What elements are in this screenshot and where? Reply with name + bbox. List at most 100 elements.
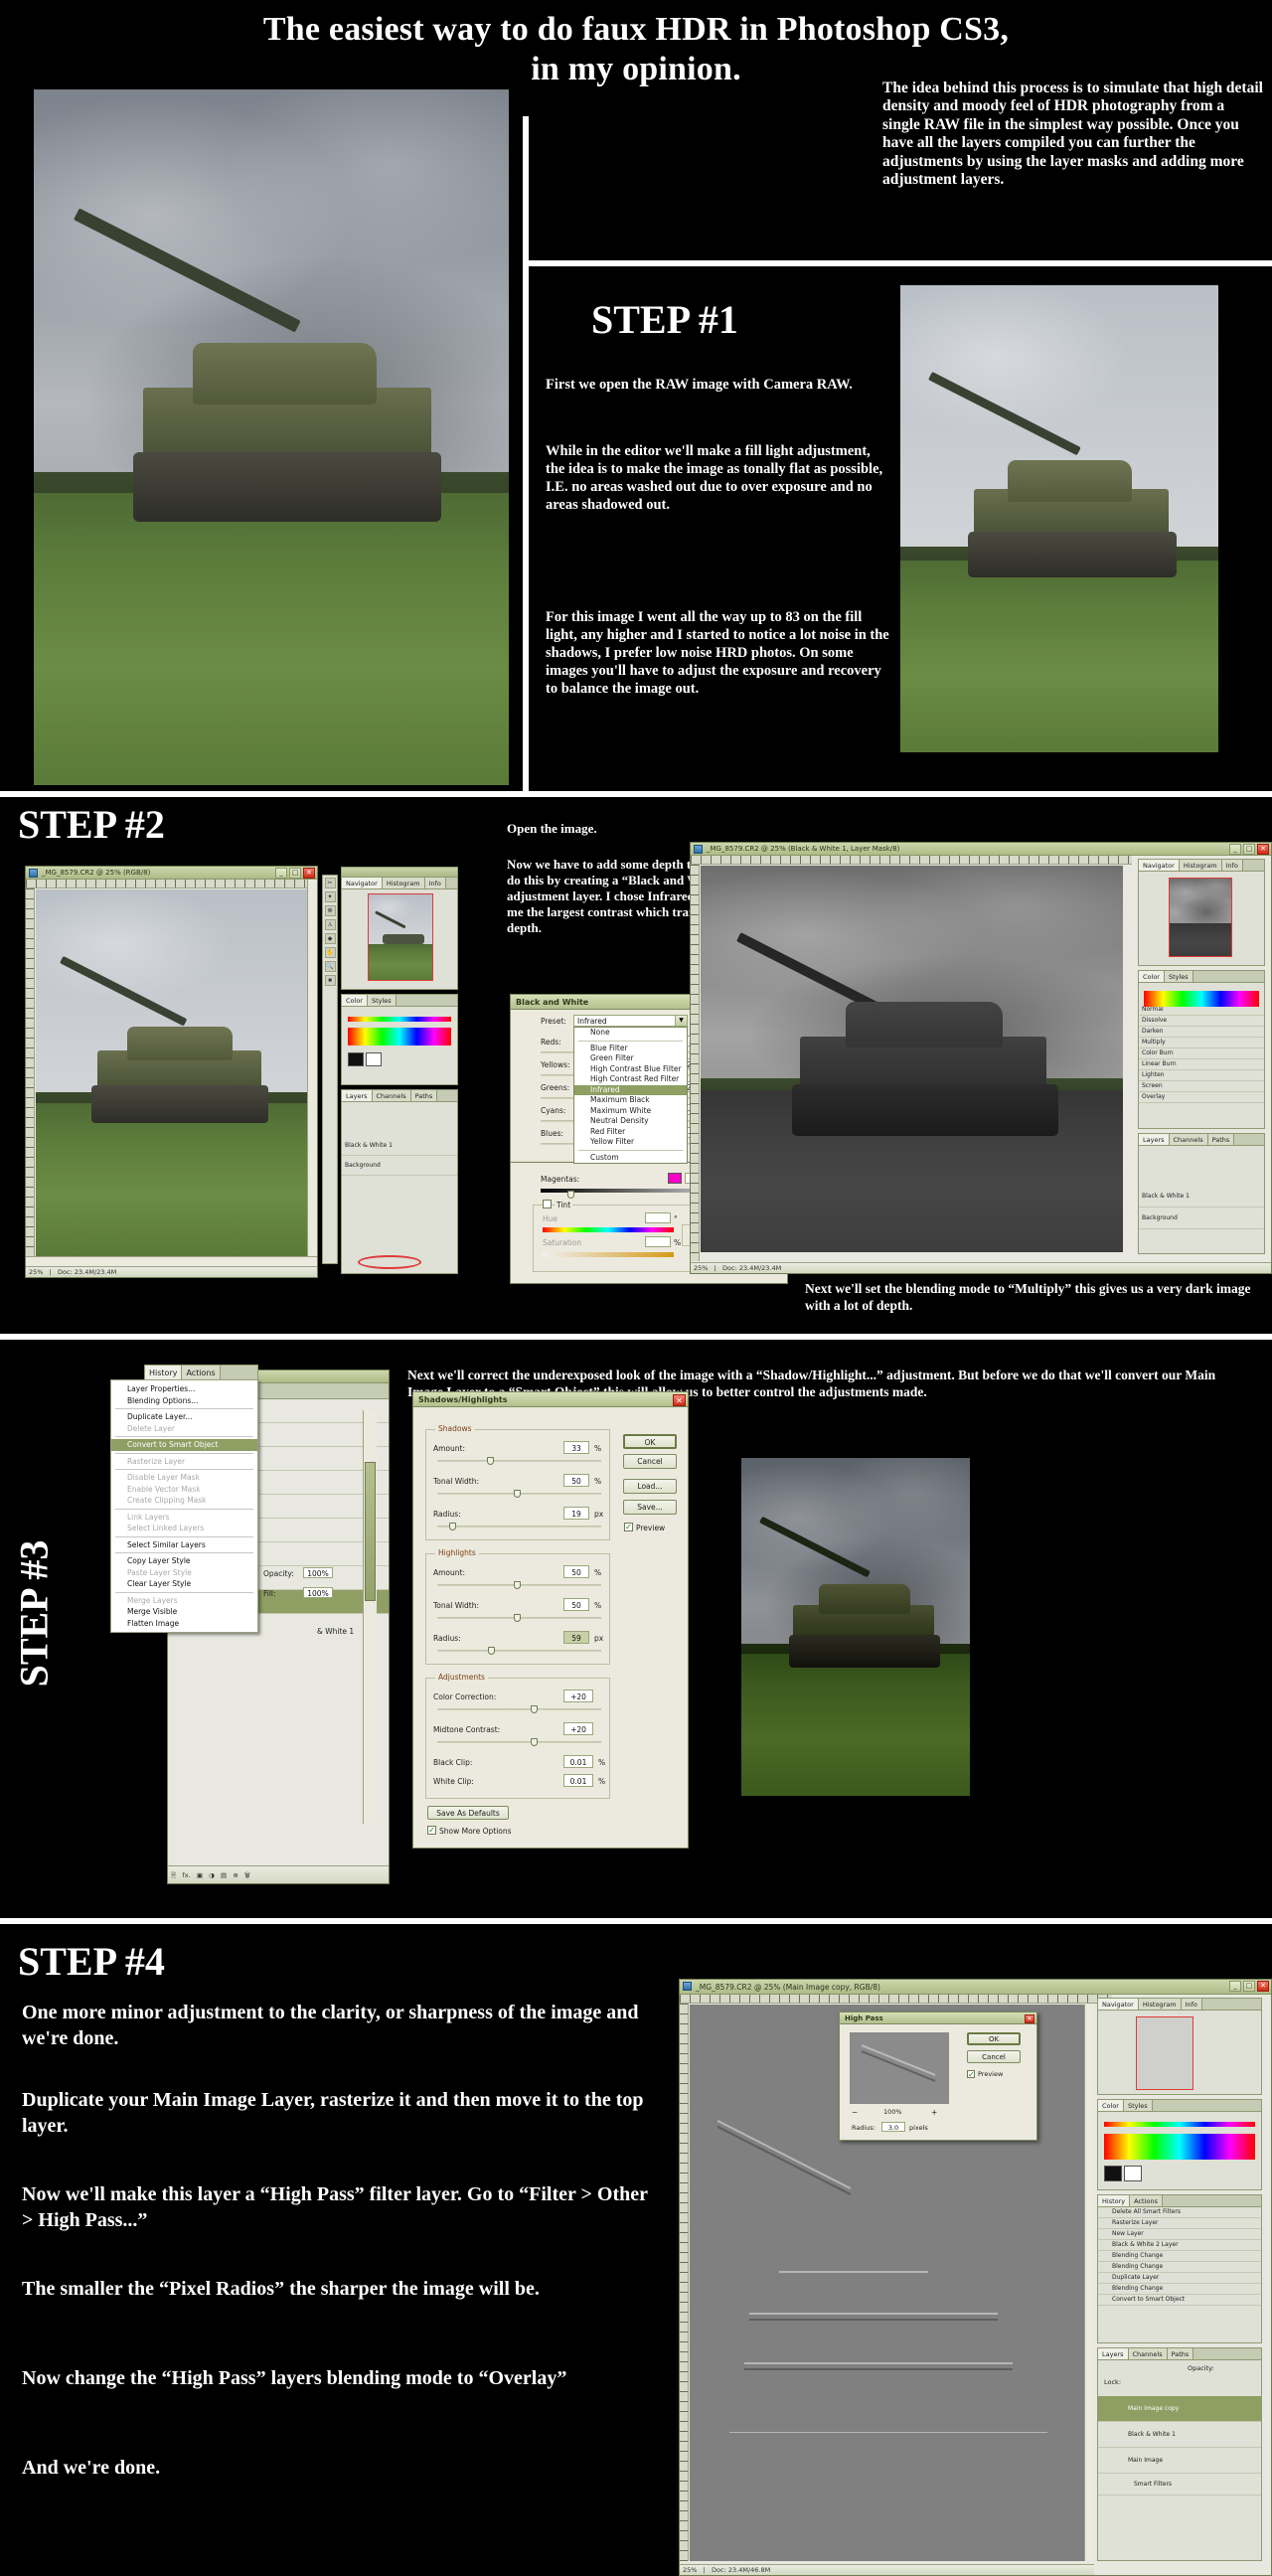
window-buttons[interactable]: _ □ ✕ bbox=[1229, 844, 1269, 855]
menu-item[interactable]: Blending Options... bbox=[111, 1395, 257, 1407]
black-clip-value[interactable]: 0.01 bbox=[563, 1755, 593, 1768]
highlights-amount-knob[interactable] bbox=[514, 1581, 521, 1589]
magenta-swatch[interactable] bbox=[668, 1173, 682, 1184]
window-buttons[interactable]: _ □ ✕ bbox=[275, 868, 315, 879]
palette-tabs[interactable]: Navigator Histogram Info bbox=[1098, 1999, 1261, 2011]
maximize-button[interactable]: □ bbox=[1243, 844, 1255, 855]
step2-photoshop-window-left[interactable]: _MG_8579.CR2 @ 25% (RGB/8) _ □ ✕ 25% | D… bbox=[25, 866, 318, 1278]
history-item[interactable]: Convert to Smart Object bbox=[1098, 2295, 1261, 2306]
midtone-contrast-knob[interactable] bbox=[531, 1738, 538, 1746]
tab-paths[interactable]: Paths bbox=[1167, 2348, 1194, 2359]
menu-item-convert-to-smart-object[interactable]: Convert to Smart Object bbox=[111, 1439, 257, 1451]
scrollbar-vertical[interactable] bbox=[307, 880, 317, 1256]
preset-option[interactable]: None bbox=[574, 1028, 687, 1039]
palette-tabs[interactable]: Navigator Histogram Info bbox=[1139, 860, 1264, 872]
preview-zoom-minus[interactable]: − bbox=[852, 2108, 858, 2117]
menu-item[interactable]: Merge Visible bbox=[111, 1606, 257, 1618]
history-item[interactable]: Blending Change bbox=[1098, 2262, 1261, 2273]
history-item[interactable]: Duplicate Layer bbox=[1098, 2273, 1261, 2284]
preview-checkbox[interactable] bbox=[624, 1523, 633, 1531]
color-correction-knob[interactable] bbox=[531, 1705, 538, 1713]
palette-tabs[interactable]: Layers Channels Paths bbox=[1139, 1134, 1264, 1146]
step3-history-tabs[interactable]: History Actions bbox=[144, 1365, 258, 1380]
tab-actions[interactable]: Actions bbox=[1130, 2195, 1163, 2206]
palette-tabs[interactable]: Color Styles bbox=[1098, 2100, 1261, 2112]
list-item[interactable]: Screen bbox=[1139, 1081, 1264, 1092]
close-button[interactable]: ✕ bbox=[1257, 1981, 1269, 1992]
load-button[interactable]: Load... bbox=[623, 1479, 677, 1494]
chevron-down-icon[interactable]: ▼ bbox=[675, 1016, 687, 1026]
step2-photoshop-window-right[interactable]: _MG_8579.CR2 @ 25% (Black & White 1, Lay… bbox=[690, 842, 1272, 1274]
preset-option[interactable]: Neutral Density bbox=[574, 1116, 687, 1127]
white-clip-value[interactable]: 0.01 bbox=[563, 1774, 593, 1787]
close-icon[interactable]: ✕ bbox=[673, 1393, 686, 1406]
history-item[interactable]: Blending Change bbox=[1098, 2284, 1261, 2295]
menu-item[interactable]: Clear Layer Style bbox=[111, 1578, 257, 1590]
layers-palette[interactable]: Layers Channels Paths Black & White 1 Ba… bbox=[1138, 1133, 1265, 1254]
tab-layers[interactable]: Layers bbox=[1139, 1134, 1170, 1145]
list-item[interactable]: Darken bbox=[1139, 1027, 1264, 1038]
minimize-button[interactable]: _ bbox=[275, 868, 287, 879]
color-spectrum-strip[interactable] bbox=[1144, 991, 1259, 1007]
show-more-options-checkbox[interactable] bbox=[427, 1826, 436, 1835]
color-palette[interactable]: Color Styles bbox=[1097, 2099, 1262, 2190]
tab-color[interactable]: Color bbox=[342, 995, 368, 1006]
history-item[interactable]: Delete All Smart Filters bbox=[1098, 2207, 1261, 2218]
tab-history[interactable]: History bbox=[1098, 2195, 1131, 2206]
preset-option[interactable]: Custom bbox=[574, 1153, 687, 1164]
color-spectrum-strip[interactable] bbox=[348, 1028, 451, 1046]
shape-tool-icon[interactable]: ◆ bbox=[324, 933, 336, 944]
palette-tabs[interactable]: Color Styles bbox=[342, 995, 457, 1007]
save-button[interactable]: Save... bbox=[623, 1500, 677, 1515]
swatch-foreground[interactable] bbox=[1104, 2166, 1122, 2181]
preset-option[interactable]: Blue Filter bbox=[574, 1044, 687, 1054]
midtone-contrast-value[interactable]: +20 bbox=[563, 1722, 593, 1735]
dialog-titlebar[interactable]: Shadows/Highlights ✕ bbox=[413, 1392, 688, 1407]
preset-option-selected[interactable]: Infrared bbox=[574, 1084, 687, 1095]
layer-row-selected[interactable]: Main Image copy bbox=[1098, 2396, 1261, 2422]
preview-checkbox[interactable] bbox=[967, 2070, 975, 2078]
layer-row[interactable]: Background bbox=[342, 1156, 457, 1176]
palette-tabs[interactable]: Navigator Histogram Info bbox=[342, 878, 457, 889]
swatch-background[interactable] bbox=[366, 1052, 382, 1066]
list-item[interactable]: Lighten bbox=[1139, 1070, 1264, 1081]
tab-styles[interactable]: Styles bbox=[1123, 2100, 1153, 2111]
ok-button[interactable]: OK bbox=[623, 1434, 677, 1449]
cancel-button[interactable]: Cancel bbox=[623, 1454, 677, 1469]
navigator-palette[interactable]: Navigator Histogram Info bbox=[1138, 859, 1265, 966]
minimize-button[interactable]: _ bbox=[1229, 844, 1241, 855]
step4-photoshop-window[interactable]: _MG_8579.CR2 @ 25% (Main Image copy, RGB… bbox=[679, 1979, 1272, 2576]
list-item[interactable]: Multiply bbox=[1139, 1038, 1264, 1048]
history-palette[interactable]: History Actions Delete All Smart Filters… bbox=[1097, 2194, 1262, 2343]
history-item[interactable]: Black & White 2 Layer bbox=[1098, 2240, 1261, 2251]
step2-navigator-palette[interactable]: Navigator Histogram Info bbox=[341, 867, 458, 990]
palette-tabs[interactable]: Color Styles bbox=[1139, 971, 1264, 983]
history-item[interactable]: Blending Change bbox=[1098, 2251, 1261, 2262]
opacity-value[interactable]: 100% bbox=[303, 1567, 333, 1578]
navigator-palette[interactable]: Navigator Histogram Info bbox=[1097, 1998, 1262, 2095]
tab-channels[interactable]: Channels bbox=[1128, 2348, 1168, 2359]
shadows-amount-slider[interactable] bbox=[437, 1460, 601, 1462]
tab-histogram[interactable]: Histogram bbox=[1179, 860, 1222, 871]
type-tool-icon[interactable]: A bbox=[324, 919, 336, 930]
hue-slider[interactable] bbox=[543, 1227, 674, 1232]
high-pass-dialog[interactable]: High Pass ✕ − 100% + OK Cancel Preview R… bbox=[839, 2012, 1037, 2141]
tab-color[interactable]: Color bbox=[1139, 971, 1165, 982]
tab-info[interactable]: Info bbox=[1221, 860, 1243, 871]
color-spectrum-strip[interactable] bbox=[1104, 2134, 1255, 2160]
tab-layers[interactable]: Layers bbox=[1098, 2348, 1129, 2359]
scrollbar-horizontal[interactable] bbox=[26, 1256, 317, 1266]
maximize-button[interactable]: □ bbox=[1243, 1981, 1255, 1992]
highlights-amount-value[interactable]: 50 bbox=[563, 1565, 589, 1578]
fill-value[interactable]: 100% bbox=[303, 1587, 333, 1598]
window-titlebar[interactable]: _MG_8579.CR2 @ 25% (Black & White 1, Lay… bbox=[691, 843, 1271, 856]
menu-item[interactable]: Flatten Image bbox=[111, 1618, 257, 1630]
tab-actions[interactable]: Actions bbox=[182, 1366, 221, 1379]
list-item[interactable]: Dissolve bbox=[1139, 1016, 1264, 1027]
color-palette[interactable]: Color Styles Normal Dissolve Darken Mult… bbox=[1138, 970, 1265, 1129]
highlights-radius-value[interactable]: 59 bbox=[563, 1631, 589, 1644]
layer-row[interactable]: Black & White 1 bbox=[1098, 2422, 1261, 2448]
step2-color-palette[interactable]: Color Styles bbox=[341, 994, 458, 1085]
step2-layers-palette[interactable]: Layers Channels Paths Black & White 1 Ba… bbox=[341, 1089, 458, 1274]
shadows-tonalwidth-knob[interactable] bbox=[514, 1490, 521, 1498]
